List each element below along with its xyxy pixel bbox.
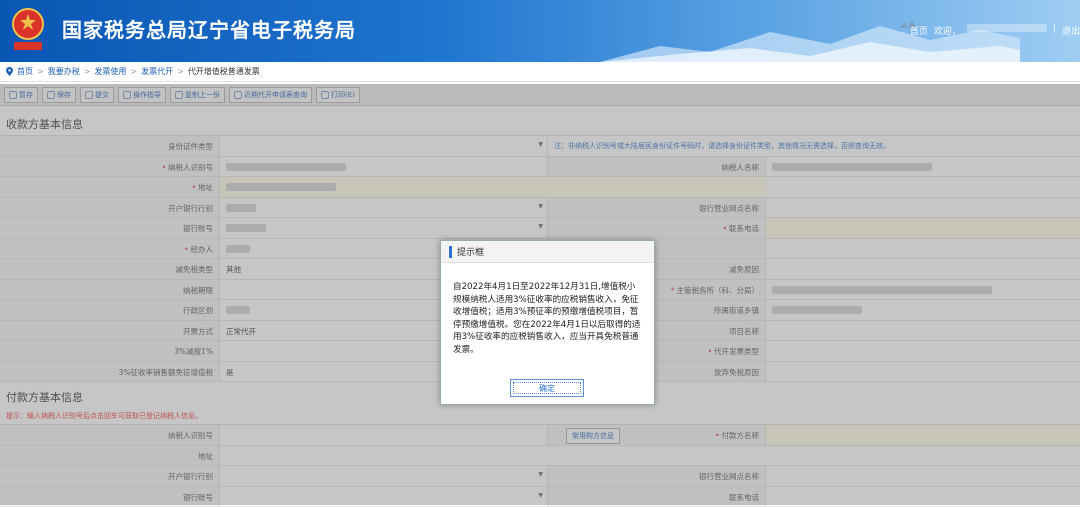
ok-button[interactable]: 确定 [510,379,584,397]
header-accent-bar [449,246,452,258]
breadcrumb-arrow: > [37,67,44,76]
username-redacted [967,24,1047,32]
breadcrumb-home[interactable]: 首页 [17,66,33,77]
breadcrumb-arrow: > [84,67,91,76]
national-emblem-logo [8,6,48,54]
breadcrumb-current: 代开增值税普通发票 [188,66,260,77]
dialog-message: 自2022年4月1日至2022年12月31日,增值税小规模纳税人适用3%征收率的… [441,263,654,357]
welcome-text: 欢迎， [934,24,961,37]
breadcrumb-arrow: > [130,67,137,76]
breadcrumb: 首页> 我要办税> 发票使用> 发票代开> 代开增值税普通发票 [0,62,1080,82]
logout-link[interactable]: 退出 [1062,24,1080,37]
breadcrumb-tax[interactable]: 我要办税 [48,66,80,77]
top-links: 首页 欢迎， | 退出 [910,24,1080,37]
breadcrumb-arrow: > [177,67,184,76]
site-title: 国家税务总局辽宁省电子税务局 [62,14,356,43]
breadcrumb-invoice-issue[interactable]: 发票代开 [141,66,173,77]
breadcrumb-invoice-use[interactable]: 发票使用 [94,66,126,77]
dialog-header: 提示框 [441,241,654,263]
dialog-title: 提示框 [457,245,484,258]
notice-dialog: 提示框 自2022年4月1日至2022年12月31日,增值税小规模纳税人适用3%… [440,240,655,405]
link-separator: | [1053,24,1056,37]
location-pin-icon [6,67,13,76]
home-link[interactable]: 首页 [910,24,928,37]
site-header: 国家税务总局辽宁省电子税务局 首页 欢迎， | 退出 [0,0,1080,62]
